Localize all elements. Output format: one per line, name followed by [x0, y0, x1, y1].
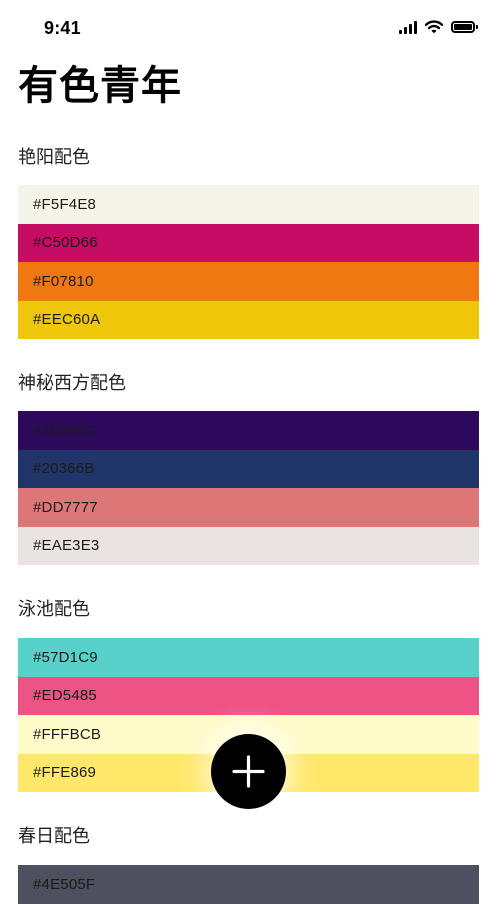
plus-icon [232, 755, 265, 788]
color-swatch[interactable]: #57D1C9 [18, 638, 479, 677]
color-swatch[interactable]: #2D095C [18, 411, 479, 450]
swatch-hex-label: #20366B [33, 460, 95, 478]
color-swatch[interactable]: #DD7777 [18, 488, 479, 527]
swatch-hex-label: #F07810 [33, 272, 94, 290]
swatch-hex-label: #4E505F [33, 875, 96, 893]
page-title: 有色青年 [18, 63, 182, 109]
swatch-hex-label: #EAE3E3 [33, 537, 100, 555]
swatch-hex-label: #F5F4E8 [33, 195, 97, 213]
swatch-hex-label: #C50D66 [33, 234, 98, 252]
palette-title: 神秘西方配色 [18, 373, 126, 394]
swatch-hex-label: #DD7777 [33, 498, 98, 516]
palette-section: 泳池配色 #57D1C9 #ED5485 #FFFBCB #FFE869 [18, 597, 479, 792]
palette-title: 泳池配色 [18, 599, 90, 620]
color-swatch[interactable]: #ED5485 [18, 676, 479, 715]
palette-title: 春日配色 [18, 826, 90, 847]
swatch-hex-label: #EEC60A [33, 311, 101, 329]
color-swatch[interactable]: #C50D66 [18, 223, 479, 262]
color-swatch[interactable]: #EEC60A [18, 300, 479, 339]
swatch-list: #2D095C #20366B #DD7777 #EAE3E3 [18, 411, 479, 565]
swatch-list: #F5F4E8 #C50D66 #F07810 #EEC60A [18, 185, 479, 339]
battery-icon [451, 21, 478, 33]
swatch-list: #4E505F [18, 865, 479, 904]
color-swatch[interactable]: #EAE3E3 [18, 526, 479, 565]
palette-section: 艳阳配色 #F5F4E8 #C50D66 #F07810 #EEC60A [18, 145, 479, 339]
cellular-signal-icon [399, 20, 417, 34]
color-swatch[interactable]: #20366B [18, 449, 479, 488]
color-swatch[interactable]: #4E505F [18, 865, 479, 904]
palette-section: 神秘西方配色 #2D095C #20366B #DD7777 #EAE3E3 [18, 371, 479, 565]
color-swatch[interactable]: #F5F4E8 [18, 185, 479, 224]
swatch-hex-label: #ED5485 [33, 687, 97, 705]
palette-title: 艳阳配色 [18, 147, 90, 168]
swatch-hex-label: #FFFBCB [33, 725, 102, 743]
status-icons [399, 20, 478, 34]
swatch-hex-label: #FFE869 [33, 764, 97, 782]
status-time: 9:41 [44, 18, 81, 38]
palette-section: 春日配色 #4E505F [18, 824, 479, 904]
swatch-hex-label: #2D095C [33, 421, 98, 439]
color-swatch[interactable]: #F07810 [18, 262, 479, 301]
swatch-hex-label: #57D1C9 [33, 648, 98, 666]
status-bar: 9:41 [0, 0, 497, 58]
wifi-icon [425, 20, 443, 34]
add-palette-button[interactable] [211, 734, 286, 809]
